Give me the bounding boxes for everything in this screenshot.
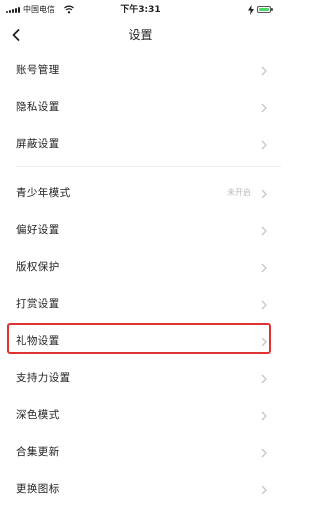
- chevron-right-icon: [261, 448, 267, 458]
- settings-item-label: 合集更新: [16, 446, 60, 458]
- chevron-right-icon: [261, 485, 267, 495]
- settings-item-support[interactable]: 支持力设置: [0, 360, 281, 397]
- settings-item-block[interactable]: 屏蔽设置: [0, 126, 281, 163]
- settings-item-label: 支持力设置: [16, 372, 71, 384]
- section-divider: [16, 166, 281, 167]
- status-time: 下午3:31: [120, 5, 161, 15]
- page-title: 设置: [128, 28, 153, 42]
- settings-item-copyright[interactable]: 版权保护: [0, 249, 281, 286]
- highlight-box: [7, 323, 271, 354]
- settings-item-label: 深色模式: [16, 409, 60, 421]
- settings-item-privacy[interactable]: 隐私设置: [0, 89, 281, 126]
- settings-item-youth-mode[interactable]: 青少年模式 未开启: [0, 175, 281, 212]
- chevron-right-icon: [261, 300, 267, 310]
- battery-icon: [248, 5, 273, 15]
- settings-item-dark-mode[interactable]: 深色模式: [0, 397, 281, 434]
- settings-item-label: 青少年模式: [16, 187, 71, 199]
- settings-item-change-icon[interactable]: 更换图标: [0, 471, 281, 508]
- navigation-bar: 设置: [0, 20, 281, 52]
- settings-item-label: 账号管理: [16, 64, 60, 76]
- youth-mode-status: 未开启: [227, 188, 251, 197]
- settings-item-account[interactable]: 账号管理: [0, 52, 281, 89]
- settings-item-label: 偏好设置: [16, 224, 60, 236]
- settings-item-collection-updates[interactable]: 合集更新: [0, 434, 281, 471]
- settings-item-tipping[interactable]: 打赏设置: [0, 286, 281, 323]
- settings-item-label: 版权保护: [16, 261, 60, 273]
- settings-item-preferences[interactable]: 偏好设置: [0, 212, 281, 249]
- settings-item-label: 屏蔽设置: [16, 138, 60, 150]
- chevron-right-icon: [261, 374, 267, 384]
- settings-item-label: 隐私设置: [16, 101, 60, 113]
- chevron-right-icon: [261, 263, 267, 273]
- charging-icon: [248, 5, 254, 15]
- chevron-right-icon: [261, 140, 267, 150]
- settings-item-label: 打赏设置: [16, 298, 60, 310]
- chevron-right-icon: [261, 103, 267, 113]
- chevron-right-icon: [261, 411, 267, 421]
- chevron-right-icon: [261, 189, 267, 199]
- chevron-right-icon: [261, 226, 267, 236]
- status-bar: 中国电信 下午3:31: [0, 0, 281, 20]
- chevron-right-icon: [261, 66, 267, 76]
